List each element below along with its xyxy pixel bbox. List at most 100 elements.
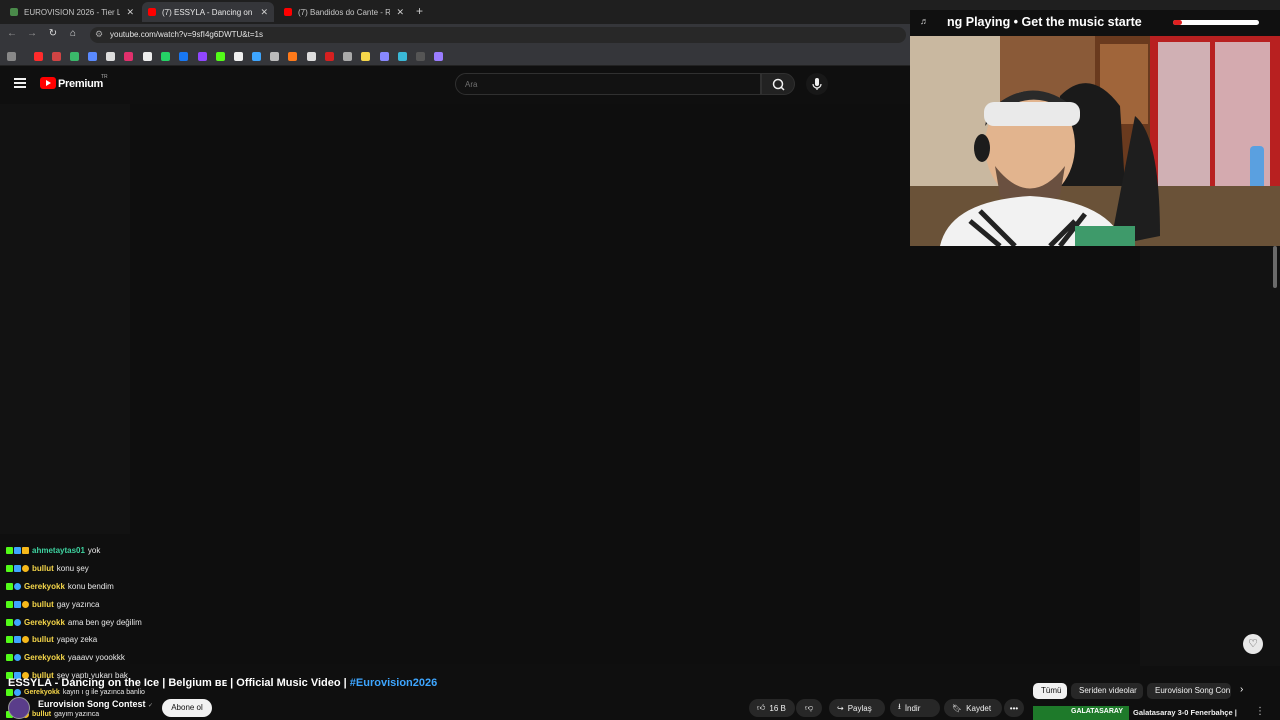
download-button[interactable]: ⭳ İndir — [890, 699, 940, 717]
like-button[interactable]: 👍︎ 16 B — [749, 699, 795, 717]
tab-title: (7) Bandidos do Cante - Rosa | — [298, 7, 391, 17]
more-icon: ••• — [1009, 703, 1019, 713]
chat-username[interactable]: Gerekyokk — [24, 618, 65, 627]
youtube-brand-label[interactable]: Premium — [58, 78, 103, 90]
chat-username[interactable]: Gerekyokk — [24, 689, 60, 696]
bookmark-icon[interactable] — [325, 52, 334, 61]
save-label: Kaydet — [966, 703, 992, 713]
bookmark-kick-icon[interactable] — [216, 52, 225, 61]
hashtag-link[interactable]: #Eurovision2026 — [350, 677, 437, 689]
bookmark-whatsapp-icon[interactable] — [161, 52, 170, 61]
bookmark-icon[interactable] — [343, 52, 352, 61]
tab-bandidos-do-cante[interactable]: (7) Bandidos do Cante - Rosa | ✕ — [278, 2, 410, 22]
search-input[interactable] — [455, 73, 761, 95]
save-button[interactable]: 🔖︎ Kaydet — [944, 699, 1002, 717]
thumbs-up-icon: 👍︎ — [757, 703, 766, 712]
chat-message: Gerekyokk yaaavv yoookkk — [6, 653, 125, 662]
apps-grid-icon[interactable] — [7, 52, 16, 61]
recommendation-thumbnail[interactable]: GALATASARAY — [1033, 706, 1129, 720]
bookmark-icon[interactable] — [380, 52, 389, 61]
chip-all[interactable]: Tümü — [1033, 683, 1067, 699]
youtube-logo-icon[interactable] — [40, 77, 56, 89]
bookmark-icon[interactable] — [270, 52, 279, 61]
bookmark-icon[interactable] — [398, 52, 407, 61]
forward-icon[interactable]: → — [25, 28, 39, 39]
bookmark-icon[interactable] — [361, 52, 370, 61]
video-title: ESSYLA - Dancing on the Ice | Belgium ʙᴇ… — [8, 677, 437, 689]
chat-text: gayım yazınca — [54, 711, 100, 718]
chat-username[interactable]: Gerekyokk — [24, 653, 65, 662]
chat-badges — [6, 547, 29, 554]
dislike-button[interactable]: 👎︎ — [796, 699, 822, 717]
bookmark-instagram-icon[interactable] — [124, 52, 133, 61]
chat-message: bullut gay yazınca — [6, 600, 99, 609]
video-title-text: ESSYLA - Dancing on the Ice | Belgium ʙᴇ… — [8, 677, 347, 689]
channel-avatar[interactable] — [8, 697, 30, 719]
bookmark-icon[interactable] — [434, 52, 443, 61]
bookmark-icon[interactable] — [234, 52, 243, 61]
bookmark-icon[interactable] — [88, 52, 97, 61]
chat-text: yok — [87, 546, 101, 555]
recommendations-panel — [1140, 246, 1280, 666]
music-note-icon: ♬ — [920, 16, 929, 26]
download-icon: ⭳ — [898, 702, 901, 711]
share-label: Paylaş — [847, 703, 872, 713]
chat-message: Gerekyokk ama ben gey değilim — [6, 618, 142, 627]
chat-text: konu şey — [56, 564, 89, 573]
bookmark-icon[interactable] — [70, 52, 79, 61]
bookmark-icon[interactable] — [106, 52, 115, 61]
menu-icon[interactable] — [14, 78, 26, 88]
heart-icon[interactable]: ♡ — [1243, 634, 1263, 654]
chevron-right-icon[interactable]: › — [1240, 684, 1243, 695]
more-vert-icon[interactable]: ⋮ — [1255, 706, 1265, 717]
home-icon[interactable]: ⌂ — [66, 28, 80, 39]
subscribe-button[interactable]: Abone ol — [162, 699, 212, 717]
chat-username[interactable]: bullut — [32, 600, 54, 609]
tab-essyla-dancing-on-the-ice[interactable]: (7) ESSYLA - Dancing on the Ice ✕ — [142, 2, 274, 22]
bookmark-facebook-icon[interactable] — [179, 52, 188, 61]
chat-username[interactable]: bullut — [32, 635, 54, 644]
reload-icon[interactable]: ↻ — [46, 28, 60, 39]
channel-name[interactable]: Eurovision Song Contest ✓ — [38, 699, 153, 709]
url-text[interactable]: youtube.com/watch?v=9sfI4g6DWTU&t=1s — [110, 30, 263, 39]
tab-eurovision-tier-list[interactable]: EUROVISION 2026 - Tier List, II ✕ — [4, 2, 140, 22]
chip-series-videos[interactable]: Seriden videolar — [1071, 683, 1143, 699]
chat-badges — [6, 654, 21, 661]
chat-username[interactable]: ahmetaytas01 — [32, 546, 85, 555]
verified-icon: ✓ — [148, 703, 154, 709]
chat-message: ahmetaytas01 yok — [6, 546, 100, 555]
chat-text: gay yazınca — [56, 600, 100, 609]
bookmark-youtube-icon[interactable] — [34, 52, 43, 61]
bookmark-icon[interactable] — [307, 52, 316, 61]
site-info-icon[interactable]: ⚙ — [95, 29, 103, 40]
bookmark-twitch-icon[interactable] — [198, 52, 207, 61]
sidebar-area — [0, 104, 130, 534]
scrollbar[interactable] — [1273, 246, 1277, 288]
new-tab-button[interactable]: + — [416, 4, 423, 18]
back-icon[interactable]: ← — [5, 28, 19, 39]
search-button[interactable] — [761, 73, 795, 95]
channel-name-text: Eurovision Song Contest — [38, 699, 146, 709]
chip-eurovision-song-contest[interactable]: Eurovision Song Con — [1147, 683, 1231, 699]
tab-close-icon[interactable]: ✕ — [126, 7, 134, 18]
recommendation-title[interactable]: Galatasaray 3-0 Fenerbahçe | — [1133, 708, 1237, 717]
bookmark-icon[interactable] — [288, 52, 297, 61]
chat-text: yaaavv yoookkk — [67, 653, 125, 662]
bookmark-icon[interactable] — [416, 52, 425, 61]
share-button[interactable]: ↪ Paylaş — [829, 699, 885, 717]
voice-search-button[interactable] — [806, 73, 828, 95]
chat-username[interactable]: bullut — [32, 564, 54, 573]
microphone-icon — [812, 78, 822, 90]
tab-title: (7) ESSYLA - Dancing on the Ice — [162, 7, 254, 17]
share-icon: ↪ — [837, 703, 844, 713]
bookmark-x-icon[interactable] — [143, 52, 152, 61]
chat-username[interactable]: Gerekyokk — [24, 582, 65, 591]
tab-close-icon[interactable]: ✕ — [260, 7, 268, 18]
tab-close-icon[interactable]: ✕ — [396, 7, 404, 18]
bookmark-icon[interactable] — [252, 52, 261, 61]
more-actions-button[interactable]: ••• — [1004, 699, 1024, 717]
bookmark-icon[interactable] — [52, 52, 61, 61]
search-placeholder: Ara — [465, 80, 478, 89]
like-count: 16 B — [769, 703, 786, 713]
chat-username[interactable]: bullut — [32, 711, 51, 718]
